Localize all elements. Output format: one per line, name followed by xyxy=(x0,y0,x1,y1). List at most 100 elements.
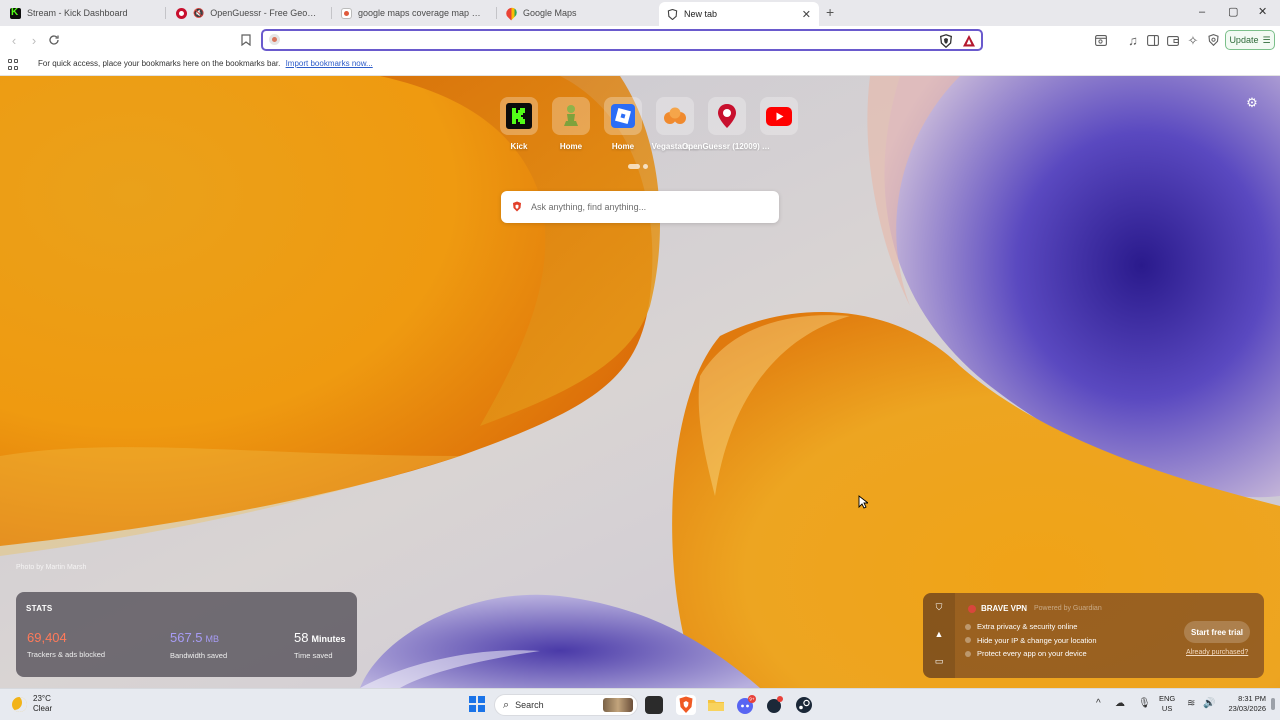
back-button[interactable]: ‹ xyxy=(5,31,23,49)
apps-grid-icon[interactable] xyxy=(8,59,19,70)
tab-separator xyxy=(165,7,166,19)
address-input[interactable] xyxy=(285,32,925,48)
leo-ai-button[interactable]: ✧ xyxy=(1184,31,1202,49)
show-hidden-icons-chevron[interactable]: ^ xyxy=(1096,698,1101,710)
trackers-value: 69,404 xyxy=(27,630,67,645)
ntp-search-input[interactable] xyxy=(531,199,771,215)
discord-icon[interactable]: 9+ xyxy=(735,695,756,715)
notification-indicator[interactable] xyxy=(1271,698,1275,710)
check-icon xyxy=(965,650,971,657)
tab-brave-search[interactable]: google maps coverage map world - Brave S… xyxy=(333,2,493,24)
pager-dot-active[interactable] xyxy=(628,164,640,169)
vpn-button[interactable] xyxy=(1204,31,1222,49)
check-icon xyxy=(965,623,971,630)
keyboard-layout: US xyxy=(1161,704,1173,713)
tab-google-maps[interactable]: Google Maps xyxy=(498,2,658,24)
bookmark-icon xyxy=(241,34,251,46)
bookmark-button[interactable] xyxy=(237,31,255,49)
top-site-youtube[interactable] xyxy=(758,97,800,151)
top-site-tile xyxy=(604,97,642,135)
onedrive-cloud-icon[interactable]: ☁ xyxy=(1115,698,1125,710)
steam-icon[interactable] xyxy=(794,695,814,715)
windows-start-icon[interactable] xyxy=(469,696,485,712)
openguessr-icon xyxy=(718,104,736,128)
new-tab-button[interactable]: + xyxy=(826,5,834,19)
top-site-tile xyxy=(552,97,590,135)
reload-button[interactable] xyxy=(45,31,63,49)
bandwidth-label: Bandwidth saved xyxy=(170,651,228,660)
vpn-shield-icon[interactable]: ⛉ xyxy=(934,602,944,612)
steam-logo-icon xyxy=(796,697,812,713)
wallet-button[interactable] xyxy=(1164,31,1182,49)
top-site-kick[interactable]: Kick xyxy=(498,97,540,151)
vpn-title-row: BRAVE VPN xyxy=(968,604,1027,613)
import-bookmarks-link[interactable]: Import bookmarks now... xyxy=(286,59,373,68)
tab-search-button[interactable] xyxy=(1092,31,1110,49)
vpn-logo-icon xyxy=(968,604,976,613)
address-bar[interactable] xyxy=(261,29,983,51)
top-site-roblox-home[interactable]: Home xyxy=(602,97,644,151)
steam-red-dot-app-icon[interactable] xyxy=(765,695,785,715)
time-value-row: 58 Minutes xyxy=(294,630,345,647)
roblox-icon xyxy=(611,104,635,128)
taskbar-search[interactable]: ⌕ Search xyxy=(494,694,638,716)
file-explorer-icon[interactable] xyxy=(706,695,726,715)
top-site-label: Kick xyxy=(510,142,528,151)
time-label: Time saved xyxy=(294,651,333,660)
wifi-icon[interactable]: ≋ xyxy=(1187,698,1195,710)
vpn-powered-by: Powered by Guardian xyxy=(1034,605,1102,612)
media-button[interactable]: ♫ xyxy=(1124,31,1142,49)
update-button[interactable]: Update ☰ xyxy=(1225,30,1275,50)
rewards-triangle-icon[interactable]: ▲ xyxy=(934,629,944,639)
top-site-tile xyxy=(708,97,746,135)
settings-gear-icon[interactable]: ⚙ xyxy=(1245,96,1259,110)
microphone-icon[interactable]: 🎙 xyxy=(1138,698,1151,710)
trackers-label: Trackers & ads blocked xyxy=(27,650,106,659)
top-site-tile xyxy=(760,97,798,135)
brave-lion-icon xyxy=(679,696,693,713)
already-purchased-link[interactable]: Already purchased? xyxy=(1186,649,1248,656)
vpn-feature-text: Extra privacy & security online xyxy=(977,622,1078,632)
weather-widget[interactable]: 23°C Clear xyxy=(12,694,52,714)
site-info-icon[interactable] xyxy=(269,34,280,45)
discord-logo-icon: 9+ xyxy=(737,695,756,714)
menu-icon: ☰ xyxy=(1262,34,1271,45)
time-unit: Minutes xyxy=(311,634,346,644)
sidebar-button[interactable] xyxy=(1144,31,1162,49)
top-site-openguessr[interactable]: OpenGuessr (12009) Yo... xyxy=(682,97,772,151)
bandwidth-value: 567.5 xyxy=(170,630,203,645)
system-clock[interactable]: 8:31 PM 23/03/2026 xyxy=(1222,694,1266,714)
brave-rewards-icon[interactable] xyxy=(962,34,976,48)
start-free-trial-button[interactable]: Start free trial xyxy=(1184,621,1250,643)
tab-strip: Stream - Kick Dashboard 🔇 OpenGuessr - F… xyxy=(0,0,1280,26)
brave-taskbar-icon[interactable] xyxy=(676,695,696,715)
mute-icon[interactable]: 🔇 xyxy=(193,8,204,19)
brave-search-icon xyxy=(341,7,352,19)
maximize-button[interactable]: ▢ xyxy=(1228,5,1238,19)
tab-kick-dashboard[interactable]: Stream - Kick Dashboard xyxy=(2,2,162,24)
tab-new-tab[interactable]: New tab ✕ xyxy=(659,2,819,26)
window-close-button[interactable]: ✕ xyxy=(1258,5,1267,19)
vpn-feature: Protect every app on your device xyxy=(965,647,1097,661)
ntp-search-box[interactable] xyxy=(501,191,779,223)
minimize-button[interactable]: – xyxy=(1199,5,1205,19)
update-label: Update xyxy=(1229,35,1259,45)
openguessr-icon xyxy=(176,7,187,19)
youtube-icon xyxy=(766,106,792,126)
stat-trackers: 69,404 Trackers & ads blocked xyxy=(27,630,105,659)
pager-dot[interactable] xyxy=(643,164,648,169)
tab-openguessr[interactable]: 🔇 OpenGuessr - Free GeoGuessr Alternativ… xyxy=(168,2,328,24)
top-sites: Kick Home Home Vegastars ... OpenGuessr … xyxy=(498,97,800,151)
card-icon[interactable]: ▭ xyxy=(934,656,944,666)
close-tab-icon[interactable]: ✕ xyxy=(802,8,811,21)
brave-shields-icon[interactable] xyxy=(939,34,953,48)
input-language[interactable]: ENG US xyxy=(1159,694,1175,714)
brave-shield-icon xyxy=(667,8,678,20)
photo-credit[interactable]: Photo by Martin Marsh xyxy=(16,564,86,571)
volume-icon[interactable]: 🔊 xyxy=(1203,698,1215,710)
tab-search-icon xyxy=(1095,34,1107,46)
time-value: 58 xyxy=(294,630,309,645)
forward-button[interactable]: › xyxy=(25,31,43,49)
top-site-chess-home[interactable]: Home xyxy=(550,97,592,151)
task-view-icon[interactable] xyxy=(645,696,663,714)
